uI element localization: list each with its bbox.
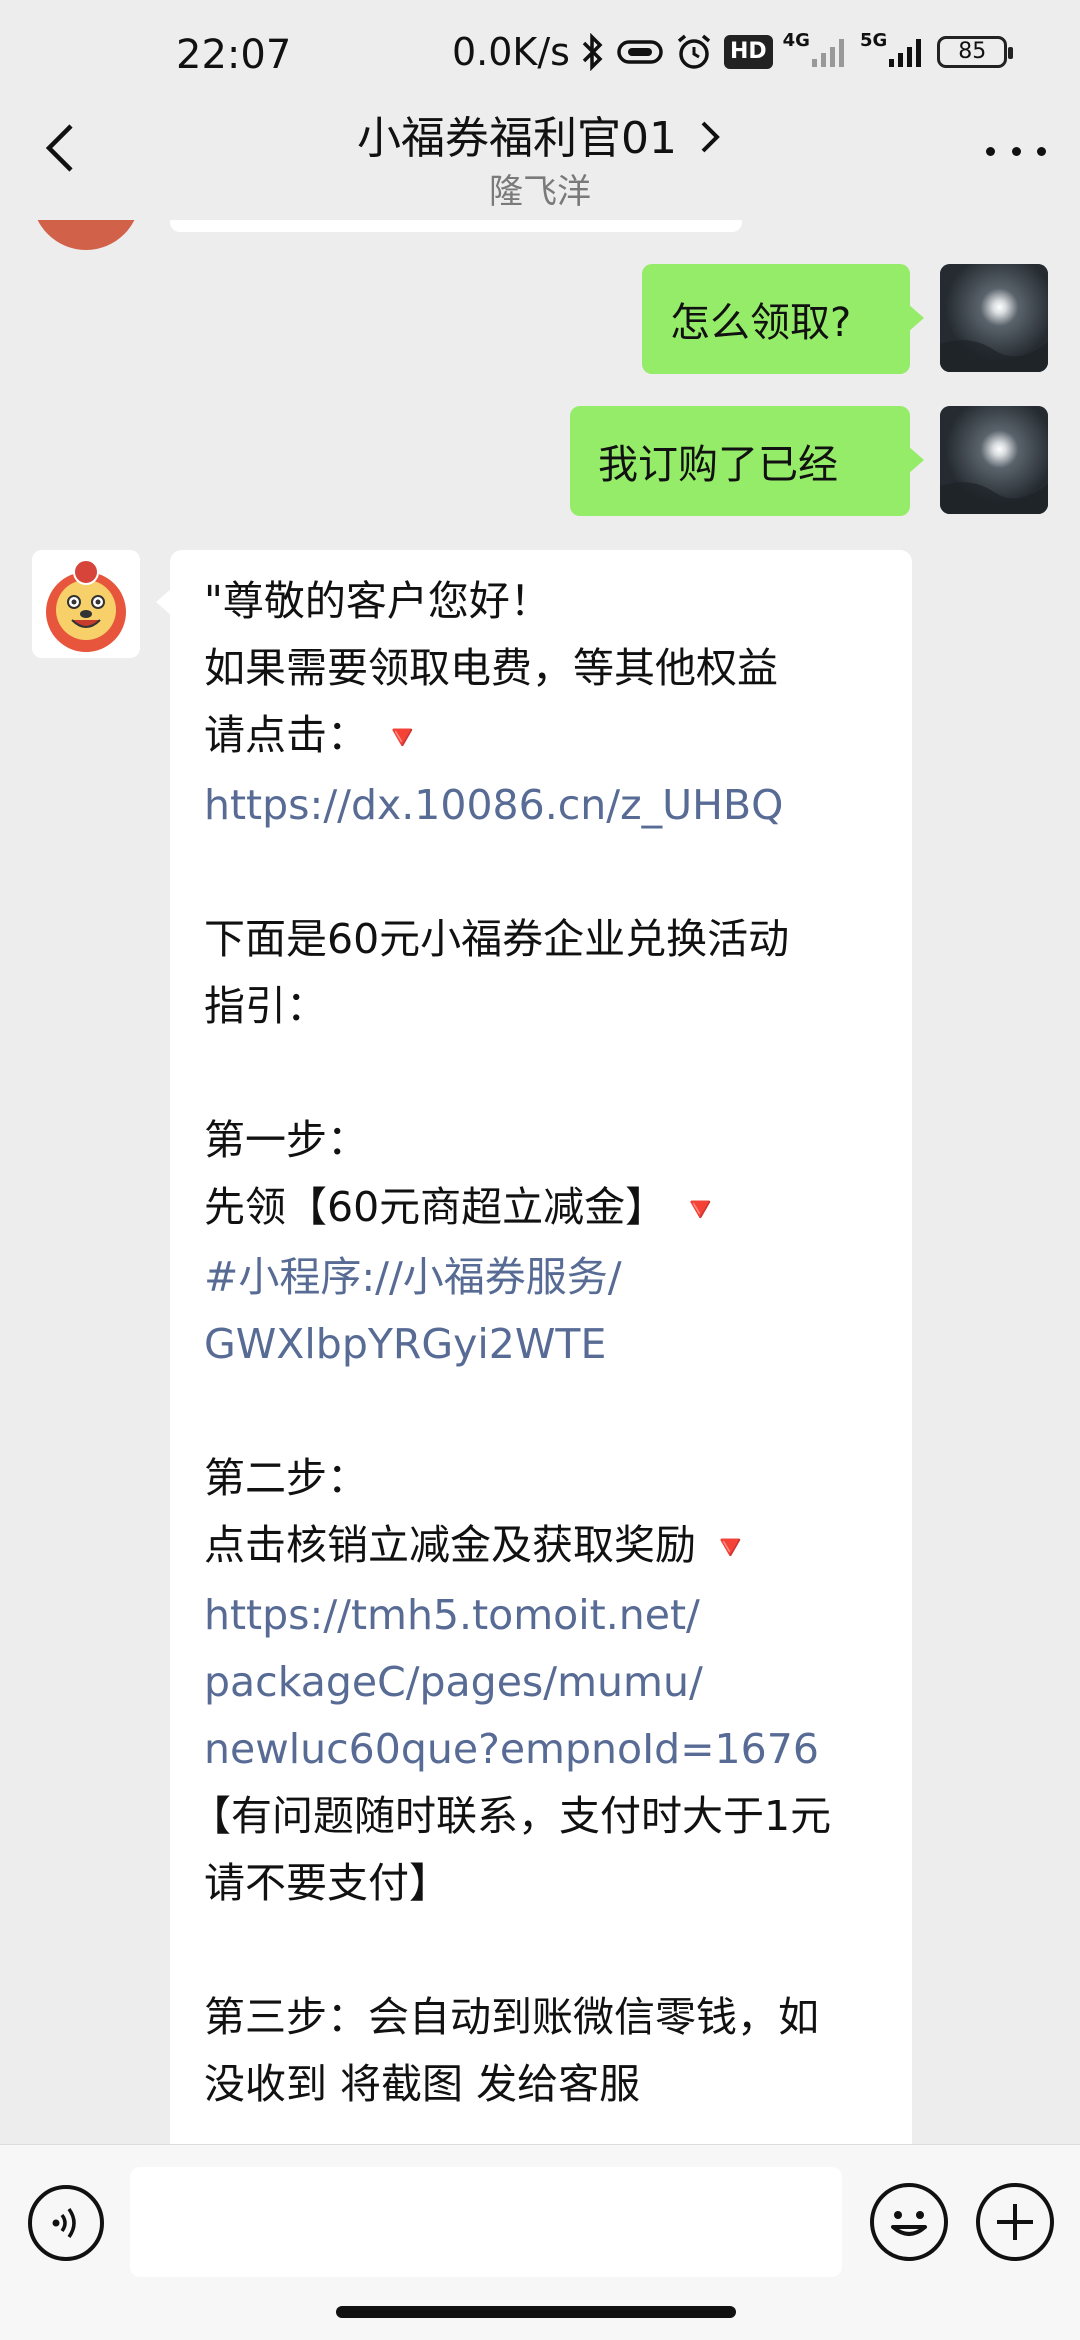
- signal-sim1-icon: 4G: [783, 30, 850, 74]
- battery-indicator: 85: [937, 36, 1014, 68]
- message-line: 下面是60元小福券企业兑换活动: [204, 915, 790, 963]
- message-line: 先领【60元商超立减金】 🔻: [204, 1183, 722, 1231]
- mini-program-link[interactable]: GWXlbpYRGyi2WTE: [204, 1311, 878, 1378]
- chat-title[interactable]: 小福券福利官01: [0, 102, 1080, 166]
- sent-message[interactable]: 怎么领取?: [642, 264, 924, 374]
- sent-message[interactable]: 我订购了已经: [570, 406, 924, 516]
- moon-photo: [940, 406, 1048, 514]
- bluetooth-icon: [580, 30, 606, 74]
- message-line: 请不要支付】: [204, 1859, 450, 1907]
- net-speed: 0.0K/s: [452, 30, 570, 74]
- lion-mascot-avatar: [32, 550, 140, 658]
- plus-icon: [997, 2204, 1033, 2240]
- message-link[interactable]: packageC/pages/mumu/: [204, 1649, 878, 1716]
- previous-avatar[interactable]: [32, 220, 140, 250]
- contact-avatar[interactable]: [32, 550, 140, 658]
- status-time: 22:07: [176, 32, 292, 78]
- message-line: 没收到 将截图 发给客服: [204, 2060, 641, 2108]
- message-line: 如果需要领取电费，等其他权益: [204, 644, 778, 692]
- message-line: 点击核销立减金及获取奖励 🔻: [204, 1521, 752, 1569]
- message-line: 第二步：: [204, 1454, 368, 1502]
- message-link[interactable]: newluc60que?empnoId=1676: [204, 1716, 878, 1783]
- chevron-right-icon: [701, 121, 720, 153]
- more-button[interactable]: [986, 136, 1046, 166]
- message-input[interactable]: [130, 2167, 842, 2277]
- mini-program-link[interactable]: #小程序://小福券服务/: [204, 1244, 878, 1311]
- signal-sim2-icon: 5G: [860, 30, 927, 74]
- voice-icon: [52, 2207, 76, 2239]
- message-link[interactable]: https://dx.10086.cn/z_UHBQ: [204, 772, 878, 839]
- chat-header: 小福券福利官01 隆飞洋: [0, 96, 1080, 220]
- message-line: 第三步：会自动到账微信零钱，如: [204, 1993, 819, 2041]
- red-down-triangle-icon: 🔻: [709, 1528, 752, 1568]
- red-down-triangle-icon: 🔻: [381, 718, 424, 758]
- sent-message-text: 怎么领取?: [670, 300, 852, 346]
- moon-photo: [940, 264, 1048, 372]
- plus-button[interactable]: [976, 2183, 1054, 2261]
- self-avatar[interactable]: [940, 264, 1048, 372]
- message-line: 指引：: [204, 982, 327, 1030]
- more-icon: [986, 146, 995, 156]
- home-indicator[interactable]: [336, 2306, 736, 2318]
- status-icons: 0.0K/s HD 4G 5G 85: [452, 30, 1014, 74]
- emoji-icon: [891, 2211, 927, 2236]
- chat-area[interactable]: 怎么领取? 我订购了已经 "尊敬的客户您好！ 如果需要领取电费，等其他权益 请点…: [0, 220, 1080, 2144]
- message-line: 请点击： 🔻: [204, 711, 424, 759]
- message-line: 【有问题随时联系，支付时大于1元: [190, 1792, 832, 1840]
- chat-subtitle: 隆飞洋: [489, 172, 591, 212]
- message-line: 第一步：: [204, 1116, 368, 1164]
- emoji-button[interactable]: [870, 2183, 948, 2261]
- self-avatar[interactable]: [940, 406, 1048, 514]
- red-down-triangle-icon: 🔻: [679, 1190, 722, 1230]
- hd-badge: HD: [723, 30, 773, 74]
- sent-message-text: 我订购了已经: [598, 442, 838, 488]
- message-line: "尊敬的客户您好！: [204, 577, 551, 625]
- voice-button[interactable]: [28, 2185, 104, 2261]
- received-message[interactable]: "尊敬的客户您好！ 如果需要领取电费，等其他权益 请点击： 🔻 https://…: [156, 550, 912, 2144]
- chat-title-text: 小福券福利官01: [357, 113, 677, 164]
- previous-message-bubble[interactable]: [170, 220, 742, 232]
- vibrate-icon: [616, 30, 664, 74]
- alarm-icon: [674, 30, 714, 74]
- message-link[interactable]: https://tmh5.tomoit.net/: [204, 1582, 878, 1649]
